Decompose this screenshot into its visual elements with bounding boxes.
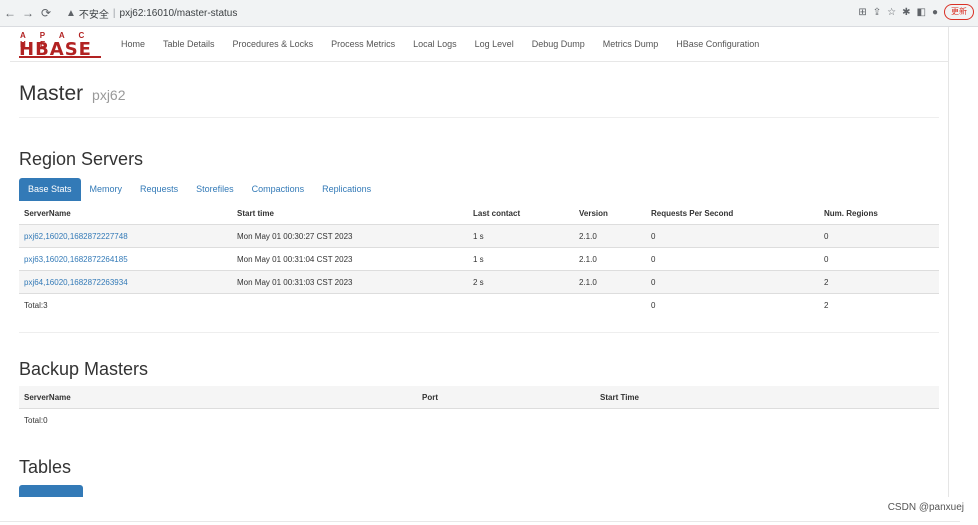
total-empty [595, 409, 939, 432]
cell-start-time: Mon May 01 00:30:27 CST 2023 [232, 224, 468, 248]
table-row: pxj62,16020,1682872227748 Mon May 01 00:… [19, 224, 939, 248]
nav-debug-dump[interactable]: Debug Dump [532, 39, 585, 49]
tab-memory[interactable]: Memory [81, 178, 132, 201]
bottom-divider [0, 521, 960, 522]
cell-requests: 0 [646, 270, 819, 294]
bookmark-star-icon[interactable]: ☆ [887, 7, 896, 18]
region-servers-table: ServerName Start time Last contact Versi… [19, 202, 939, 316]
col-version: Version [574, 202, 646, 225]
backup-masters-heading: Backup Masters [19, 359, 149, 379]
back-icon[interactable]: ← [2, 6, 18, 20]
col-servername: ServerName [19, 202, 232, 225]
server-link[interactable]: pxj64,16020,1682872263934 [24, 278, 128, 287]
cell-start-time: Mon May 01 00:31:03 CST 2023 [232, 270, 468, 294]
divider [19, 332, 939, 333]
tab-compactions[interactable]: Compactions [243, 178, 314, 201]
page-border [948, 27, 949, 497]
nav-process-metrics[interactable]: Process Metrics [331, 39, 395, 49]
tab-base-stats[interactable]: Base Stats [19, 178, 81, 201]
page-title-text: Master [19, 82, 84, 105]
browser-toolbar: ← → ⟳ ▲ 不安全 | pxj62:16010/master-status … [0, 0, 978, 27]
nav-table-details[interactable]: Table Details [163, 39, 215, 49]
tab-replications[interactable]: Replications [313, 178, 380, 201]
forward-icon[interactable]: → [20, 6, 36, 20]
share-icon[interactable]: ⇪ [873, 7, 881, 18]
watermark: CSDN @panxuej [887, 502, 964, 513]
security-warning-text: 不安全 [78, 9, 109, 21]
extensions-icon[interactable]: ✱ [902, 7, 910, 18]
hbase-navbar: A P A C H E HBASE Home Table Details Pro… [10, 27, 948, 62]
total-label: Total:0 [19, 408, 417, 431]
total-regions: 2 [819, 293, 939, 316]
col-start-time: Start time [232, 202, 468, 225]
browser-actions: ⊞ ⇪ ☆ ✱ ◧ ● 更新 [858, 4, 974, 20]
tab-storefiles[interactable]: Storefiles [187, 178, 243, 201]
page-title: Master pxj62 [19, 82, 126, 106]
table-total-row: Total:0 [19, 408, 939, 432]
tables-active-tab[interactable] [19, 485, 83, 497]
col-last-contact: Last contact [468, 202, 574, 225]
cell-start-time: Mon May 01 00:31:04 CST 2023 [232, 247, 468, 271]
page-content: A P A C H E HBASE Home Table Details Pro… [10, 27, 948, 497]
cell-regions: 0 [819, 224, 939, 248]
translate-icon[interactable]: ⊞ [858, 7, 866, 18]
logo-underline [19, 56, 101, 58]
url-text: pxj62:16010/master-status [119, 7, 238, 19]
col-start-time: Start Time [595, 386, 939, 409]
col-port: Port [417, 386, 595, 409]
tables-heading: Tables [19, 457, 72, 477]
table-total-row: Total:3 0 2 [19, 293, 939, 316]
backup-masters-table: ServerName Port Start Time Total:0 [19, 386, 939, 431]
cell-requests: 0 [646, 224, 819, 248]
cell-last-contact: 1 s [468, 224, 574, 248]
table-row: pxj63,16020,1682872264185 Mon May 01 00:… [19, 247, 939, 271]
region-servers-heading: Region Servers [19, 149, 144, 169]
total-requests: 0 [646, 293, 819, 316]
total-empty [232, 293, 468, 316]
nav-home[interactable]: Home [121, 39, 145, 49]
cell-regions: 0 [819, 247, 939, 271]
update-button[interactable]: 更新 [944, 4, 974, 20]
nav-metrics-dump[interactable]: Metrics Dump [603, 39, 659, 49]
region-servers-tabs: Base Stats Memory Requests Storefiles Co… [19, 178, 380, 201]
tab-requests[interactable]: Requests [131, 178, 187, 201]
nav-local-logs[interactable]: Local Logs [413, 39, 457, 49]
col-num-regions: Num. Regions [819, 202, 939, 225]
nav-hbase-configuration[interactable]: HBase Configuration [676, 39, 759, 49]
cell-version: 2.1.0 [574, 247, 646, 271]
table-header-row: ServerName Start time Last contact Versi… [19, 202, 939, 225]
cell-last-contact: 1 s [468, 247, 574, 271]
col-servername: ServerName [19, 386, 417, 409]
total-label: Total:3 [19, 293, 232, 316]
page-title-host: pxj62 [92, 87, 126, 103]
profile-icon[interactable]: ● [932, 7, 938, 18]
table-header-row: ServerName Port Start Time [19, 386, 939, 409]
cell-requests: 0 [646, 247, 819, 271]
sidepanel-icon[interactable]: ◧ [917, 7, 926, 18]
warning-icon: ▲ [66, 7, 76, 19]
hbase-logo[interactable]: A P A C H E HBASE [19, 31, 105, 60]
server-link[interactable]: pxj62,16020,1682872227748 [24, 232, 128, 241]
server-link[interactable]: pxj63,16020,1682872264185 [24, 255, 128, 264]
cell-last-contact: 2 s [468, 270, 574, 294]
cell-version: 2.1.0 [574, 270, 646, 294]
cell-regions: 2 [819, 270, 939, 294]
reload-icon[interactable]: ⟳ [38, 6, 54, 20]
cell-version: 2.1.0 [574, 224, 646, 248]
divider [19, 117, 939, 118]
col-requests-per-second: Requests Per Second [646, 202, 819, 225]
total-empty [468, 293, 574, 316]
total-empty [417, 409, 595, 432]
nav-procedures-locks[interactable]: Procedures & Locks [233, 39, 314, 49]
address-bar[interactable]: ▲ 不安全 | pxj62:16010/master-status [60, 4, 243, 22]
address-separator: | [112, 7, 116, 19]
total-empty [574, 293, 646, 316]
table-row: pxj64,16020,1682872263934 Mon May 01 00:… [19, 270, 939, 294]
nav-log-level[interactable]: Log Level [475, 39, 514, 49]
